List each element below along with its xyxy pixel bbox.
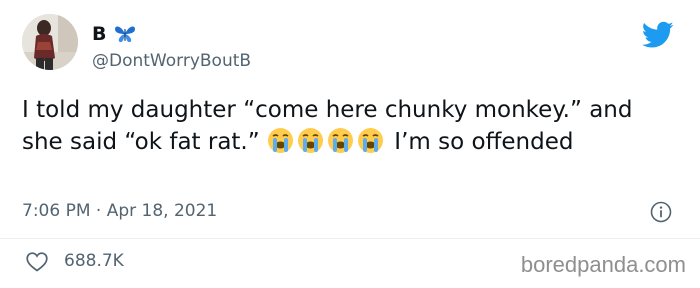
loudly-crying-face-icon: [297, 127, 324, 154]
watermark: boredpanda.com: [520, 252, 686, 277]
butterfly-icon: [114, 23, 136, 45]
tweet-text: I told my daughter “come here chunky mon…: [22, 94, 672, 158]
heart-icon[interactable]: [26, 252, 48, 272]
display-name[interactable]: B: [92, 23, 106, 45]
like-count[interactable]: 688.7K: [64, 251, 124, 271]
user-handle[interactable]: @DontWorryBoutB: [92, 51, 251, 71]
divider: [0, 238, 700, 239]
info-icon[interactable]: [650, 201, 672, 223]
tweet-card: B @DontWorryBoutB I told my daughter “co…: [0, 0, 700, 288]
loudly-crying-face-icon: [267, 127, 294, 154]
avatar[interactable]: [22, 14, 78, 70]
twitter-bird-icon[interactable]: [641, 21, 674, 49]
tweet-text-part-2: I’m so offended: [386, 129, 574, 155]
tweet-timestamp[interactable]: 7:06 PM · Apr 18, 2021: [22, 201, 217, 221]
loudly-crying-face-icon: [357, 127, 384, 154]
author-name-row: B: [92, 22, 136, 46]
loudly-crying-face-icon: [327, 127, 354, 154]
